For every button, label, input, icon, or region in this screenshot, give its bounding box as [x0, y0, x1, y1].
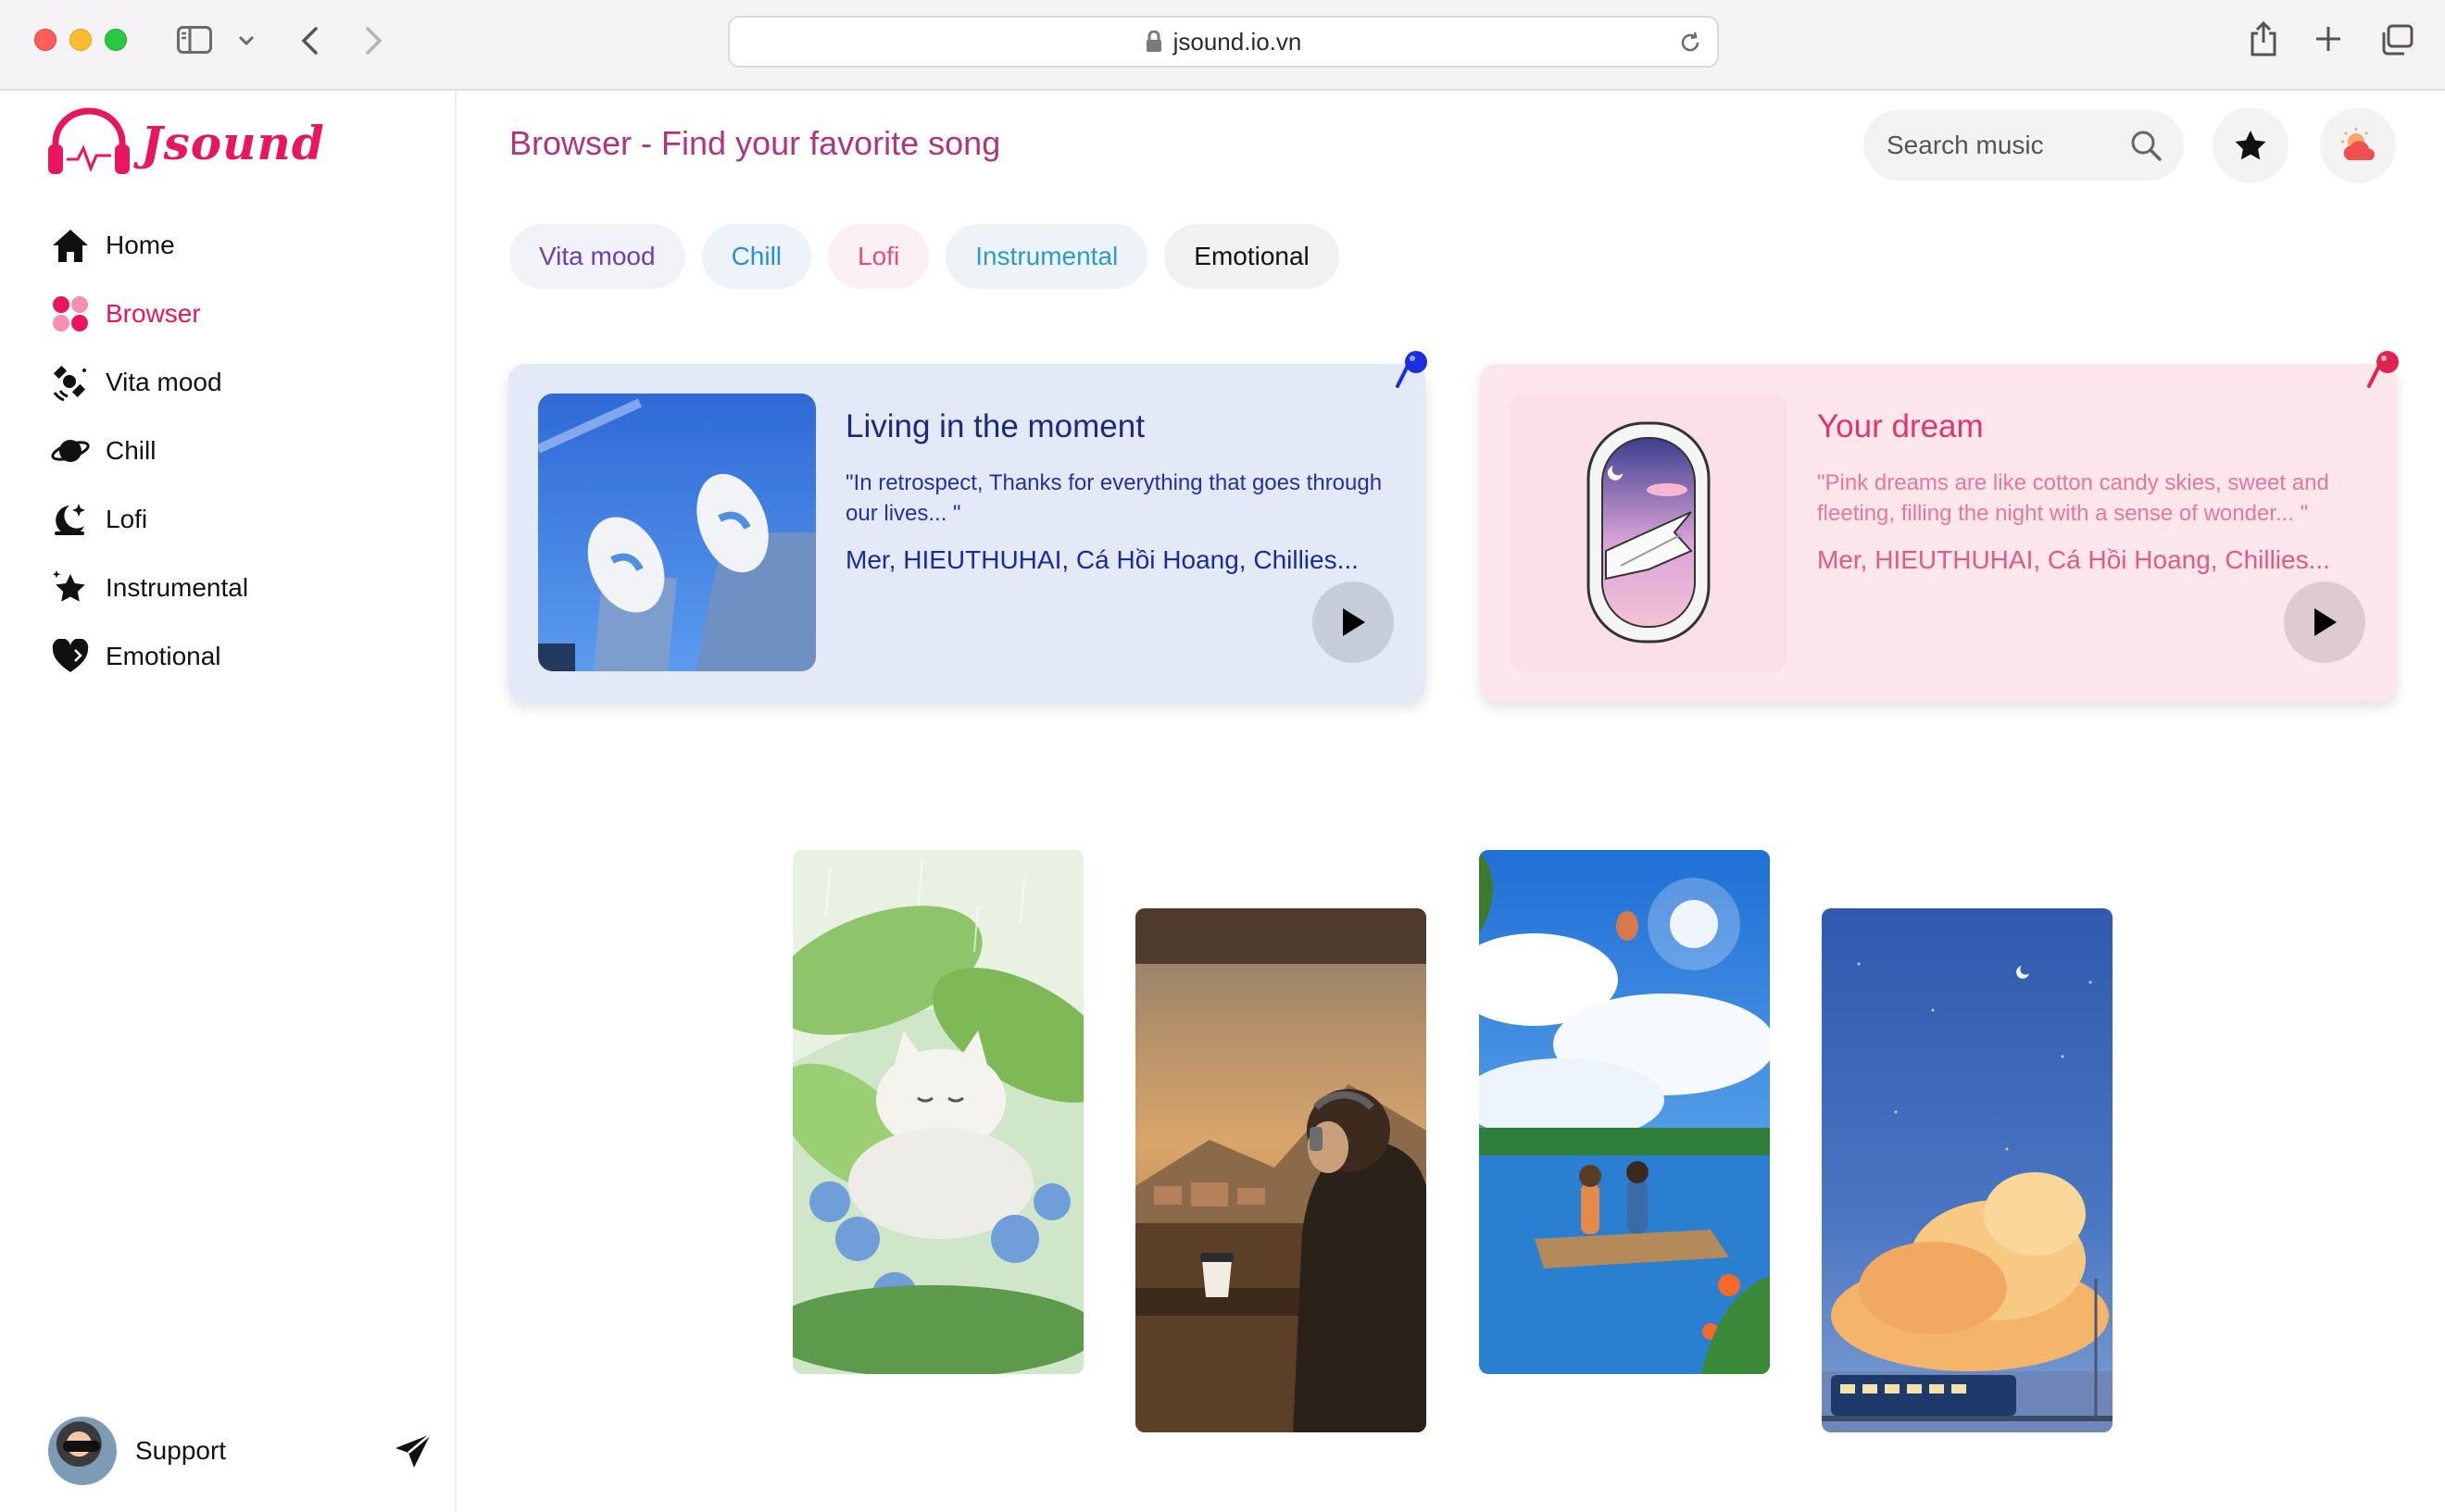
sidebar-nav: Home Browser Vita mood Chill Lofi Instru… [48, 211, 437, 691]
search-input[interactable] [1887, 131, 2130, 160]
play-icon [1343, 608, 1365, 636]
support-section[interactable]: Support [48, 1416, 433, 1486]
playlist-cover-airplane-window [1510, 394, 1787, 671]
new-tab-icon[interactable] [2312, 22, 2345, 56]
search-box[interactable] [1863, 110, 2184, 181]
sidebar-item-label: Vita mood [106, 368, 222, 396]
tag-chill[interactable]: Chill [701, 224, 812, 289]
sidebar-item-label: Home [106, 231, 175, 259]
logo-text: Jsound [141, 115, 325, 170]
lock-icon [1146, 31, 1161, 52]
playlist-artists: Mer, HIEUTHUHAI, Cá Hồi Hoang, Chillies.… [1817, 545, 2330, 574]
sidebar-item-instrumental[interactable]: Instrumental [48, 554, 437, 622]
sidebar-item-chill[interactable]: Chill [48, 417, 437, 485]
sidebar-item-label: Lofi [106, 505, 148, 533]
browser-toolbar: jsound.io.vn [0, 0, 2445, 91]
playlist-title: Living in the moment [846, 408, 1145, 444]
sidebar-item-emotional[interactable]: Emotional [48, 622, 437, 691]
play-icon [2314, 608, 2337, 636]
tag-vita-mood[interactable]: Vita mood [509, 224, 685, 289]
tag-instrumental[interactable]: Instrumental [946, 224, 1148, 289]
sidebar-item-browser[interactable]: Browser [48, 280, 437, 348]
reload-icon[interactable] [1678, 31, 1702, 55]
headphones-logo-icon [48, 107, 130, 174]
playlist-artists: Mer, HIEUTHUHAI, Cá Hồi Hoang, Chillies.… [846, 545, 1359, 574]
sidebar-item-label: Emotional [106, 642, 221, 670]
theme-button[interactable] [2320, 107, 2396, 183]
search-icon[interactable] [2130, 130, 2162, 161]
pin-icon [1396, 351, 1427, 388]
gallery-image-couple-on-lake[interactable] [1479, 850, 1770, 1374]
send-icon[interactable] [394, 1432, 433, 1469]
playlist-title: Your dream [1817, 408, 1984, 444]
url-text: jsound.io.vn [1172, 27, 1302, 56]
sidebar-item-label: Chill [106, 436, 157, 465]
sidebar-toggle-icon[interactable] [176, 24, 213, 56]
share-icon[interactable] [2245, 19, 2282, 59]
pin-icon [2367, 351, 2399, 388]
playlist-card-living-in-the-moment[interactable]: Living in the moment "In retrospect, Tha… [508, 351, 1427, 702]
support-label: Support [135, 1436, 227, 1465]
tag-emotional[interactable]: Emotional [1164, 224, 1339, 289]
close-window-button[interactable] [34, 29, 56, 51]
star-icon [2235, 131, 2266, 160]
forward-arrow-icon[interactable] [359, 24, 389, 57]
favorites-button[interactable] [2213, 107, 2288, 183]
sidebar-item-lofi[interactable]: Lofi [48, 485, 437, 554]
gallery-image-train-and-clouds[interactable] [1822, 908, 2113, 1432]
address-bar[interactable]: jsound.io.vn [728, 16, 1719, 68]
sidebar: Jsound Home Browser Vita mood Chill Lofi… [0, 91, 457, 1512]
gallery-image-girl-with-headphones[interactable] [1135, 908, 1426, 1432]
play-button[interactable] [2284, 581, 2365, 663]
minimize-window-button[interactable] [69, 29, 92, 51]
sidebar-item-label: Browser [106, 299, 201, 328]
tag-lofi[interactable]: Lofi [828, 224, 930, 289]
sidebar-item-home[interactable]: Home [48, 211, 437, 280]
planet-icon [48, 429, 93, 473]
gallery-image-cat-in-rain[interactable] [793, 850, 1084, 1374]
tab-overview-icon[interactable] [2378, 22, 2415, 57]
playlist-card-your-dream[interactable]: Your dream "Pink dreams are like cotton … [1480, 351, 2399, 702]
sun-cloud-icon [2341, 128, 2376, 160]
playlist-quote: "Pink dreams are like cotton candy skies… [1817, 470, 2329, 526]
play-button[interactable] [1312, 581, 1394, 663]
chevron-down-icon[interactable] [235, 31, 257, 50]
maximize-window-button[interactable] [105, 29, 127, 51]
home-icon [48, 223, 93, 268]
avatar[interactable] [48, 1417, 117, 1485]
genre-tags: Vita mood Chill Lofi Instrumental Emotio… [509, 224, 1339, 289]
back-arrow-icon[interactable] [295, 24, 324, 57]
playlist-quote: "In retrospect, Thanks for everything th… [846, 470, 1383, 526]
satellite-icon [48, 360, 93, 405]
app-logo[interactable]: Jsound [46, 107, 325, 178]
star-icon [48, 566, 93, 610]
moon-icon [48, 497, 93, 542]
sidebar-item-vita-mood[interactable]: Vita mood [48, 348, 437, 417]
page-title: Browser - Find your favorite song [509, 124, 1001, 162]
playlist-cover-sneakers [538, 394, 816, 671]
sidebar-item-label: Instrumental [106, 573, 249, 602]
grid-icon [48, 292, 93, 336]
heart-icon [48, 634, 93, 679]
